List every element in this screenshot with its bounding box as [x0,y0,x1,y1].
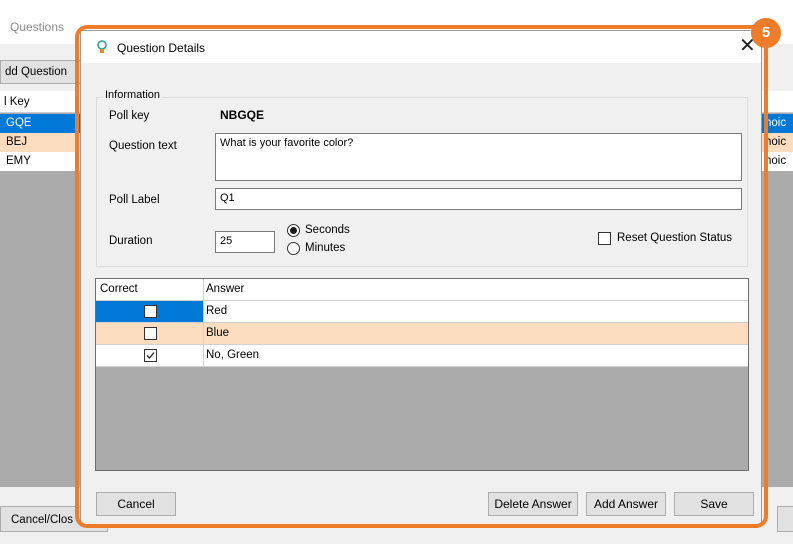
callout-number-badge: 5 [751,18,781,48]
background-right-button[interactable] [777,506,793,532]
background-title: Questions [10,20,65,34]
question-row-key: BEJ [6,136,28,148]
question-row-key: EMY [6,155,31,167]
question-row-type: hoic [765,117,787,129]
question-list-header-key: l Key [4,96,30,108]
question-row-type: hoic [765,155,787,167]
question-row-key: GQE [6,117,32,129]
question-row-type: hoic [765,136,787,148]
add-question-button[interactable]: dd Question [0,60,82,84]
callout-highlight-frame [75,25,768,528]
